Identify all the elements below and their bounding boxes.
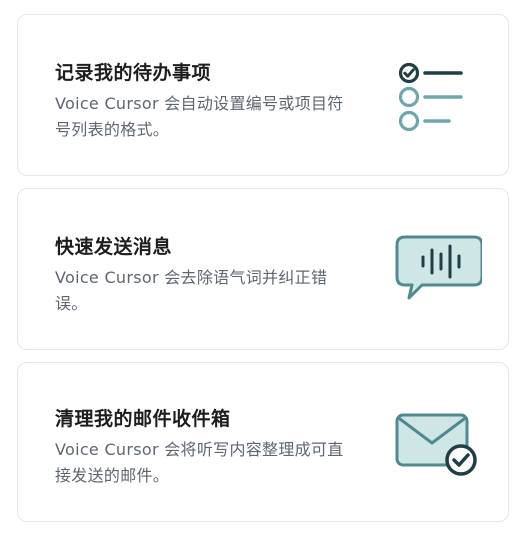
suggestion-card-message[interactable]: 快速发送消息 Voice Cursor 会去除语气词并纠正错误。	[17, 188, 509, 350]
card-description: Voice Cursor 会将听写内容整理成可直接发送的邮件。	[55, 440, 344, 485]
card-title: 清理我的邮件收件箱	[55, 408, 231, 430]
card-title: 快速发送消息	[55, 236, 173, 258]
checklist-icon	[398, 62, 463, 132]
voice-message-icon	[395, 235, 482, 300]
card-description: Voice Cursor 会去除语气词并纠正错误。	[55, 268, 328, 313]
card-title: 记录我的待办事项	[55, 62, 212, 84]
suggestion-card-todo[interactable]: 记录我的待办事项 Voice Cursor 会自动设置编号或项目符号列表的格式。	[17, 14, 509, 176]
email-check-icon	[395, 413, 477, 476]
suggestion-card-email[interactable]: 清理我的邮件收件箱 Voice Cursor 会将听写内容整理成可直接发送的邮件…	[17, 362, 509, 522]
card-description: Voice Cursor 会自动设置编号或项目符号列表的格式。	[55, 94, 344, 139]
